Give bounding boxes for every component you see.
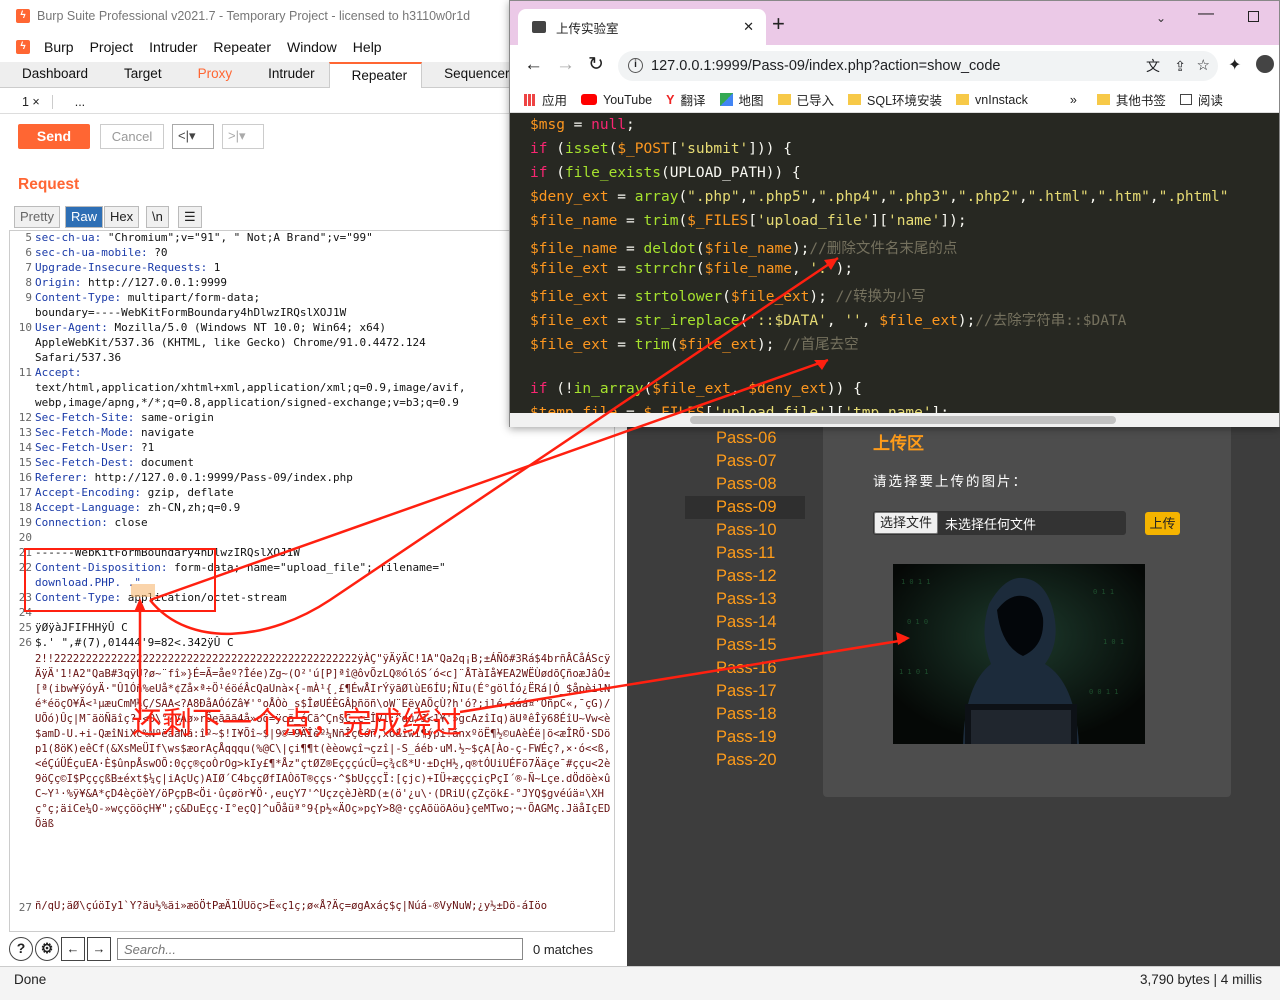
arrow-head-icon bbox=[824, 258, 838, 270]
arrow-head-icon bbox=[896, 632, 910, 645]
annotation-overlay: 还剩下一个点，完成绕过 bbox=[24, 256, 910, 741]
highlight-box bbox=[24, 548, 216, 612]
highlight-dots bbox=[131, 584, 155, 597]
arrow-to-image bbox=[459, 638, 906, 714]
annotation-text: 还剩下一个点，完成绕过 bbox=[132, 706, 462, 741]
arrow-to-trim bbox=[149, 358, 829, 602]
arrow-head-icon bbox=[134, 598, 146, 612]
arrow-to-deldot bbox=[149, 256, 839, 636]
